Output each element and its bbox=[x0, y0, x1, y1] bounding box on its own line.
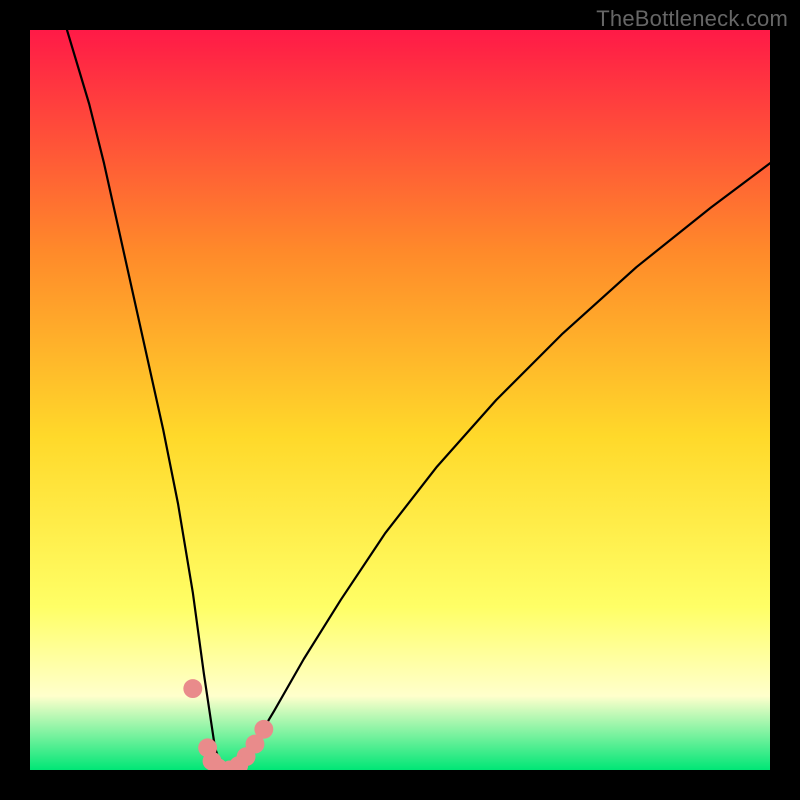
bottleneck-chart bbox=[30, 30, 770, 770]
gradient-background bbox=[30, 30, 770, 770]
data-marker bbox=[254, 720, 273, 739]
data-marker bbox=[183, 679, 202, 698]
chart-frame bbox=[30, 30, 770, 770]
watermark-text: TheBottleneck.com bbox=[596, 6, 788, 32]
